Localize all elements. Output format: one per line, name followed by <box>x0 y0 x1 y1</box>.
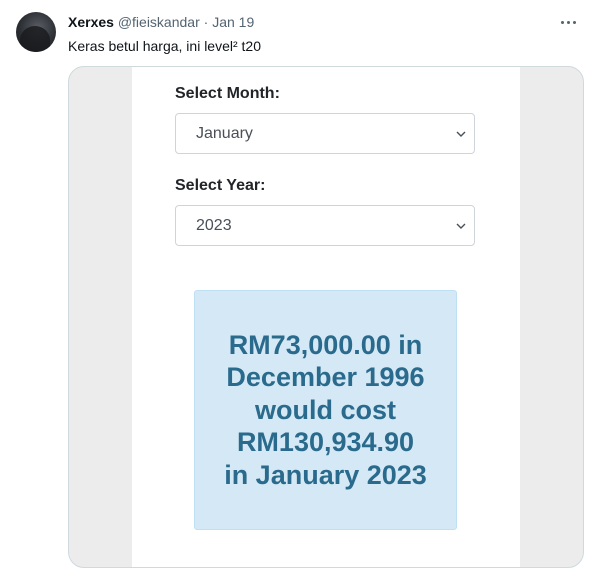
result-line: December 1996 <box>226 362 425 393</box>
tweet-text: Keras betul harga, ini level² t20 <box>68 38 261 54</box>
chevron-down-icon <box>456 131 466 137</box>
tweet-date[interactable]: Jan 19 <box>212 14 254 30</box>
month-label: Select Month: <box>175 85 280 102</box>
result-box: RM73,000.00 in December 1996 would cost … <box>194 290 457 530</box>
user-handle[interactable]: @fieiskandar <box>118 14 200 30</box>
result-line: RM73,000.00 in <box>228 329 423 360</box>
year-selected-value: 2023 <box>196 217 232 234</box>
year-select[interactable]: 2023 <box>175 205 475 246</box>
more-dot <box>566 20 570 24</box>
more-dot <box>560 20 564 24</box>
month-selected-value: January <box>196 125 253 142</box>
tweet: Xerxes @fieiskandar · Jan 19 Keras betul… <box>0 0 596 568</box>
avatar[interactable] <box>16 12 56 52</box>
result-line: would cost <box>255 394 396 425</box>
tweet-header: Xerxes @fieiskandar · Jan 19 <box>68 13 254 31</box>
year-label: Select Year: <box>175 177 266 194</box>
month-select[interactable]: January <box>175 113 475 154</box>
avatar-silhouette <box>20 26 50 52</box>
result-line: RM130,934.90 <box>236 427 415 458</box>
more-icon[interactable] <box>556 12 580 32</box>
chevron-down-icon <box>456 223 466 229</box>
tweet-media-image[interactable]: Select Month: January Select Year: 2023 … <box>68 66 584 568</box>
display-name[interactable]: Xerxes <box>68 14 114 30</box>
more-dot <box>572 20 576 24</box>
calculator-panel: Select Month: January Select Year: 2023 … <box>132 67 520 567</box>
separator-dot: · <box>203 14 209 30</box>
result-line: in January 2023 <box>224 459 427 490</box>
